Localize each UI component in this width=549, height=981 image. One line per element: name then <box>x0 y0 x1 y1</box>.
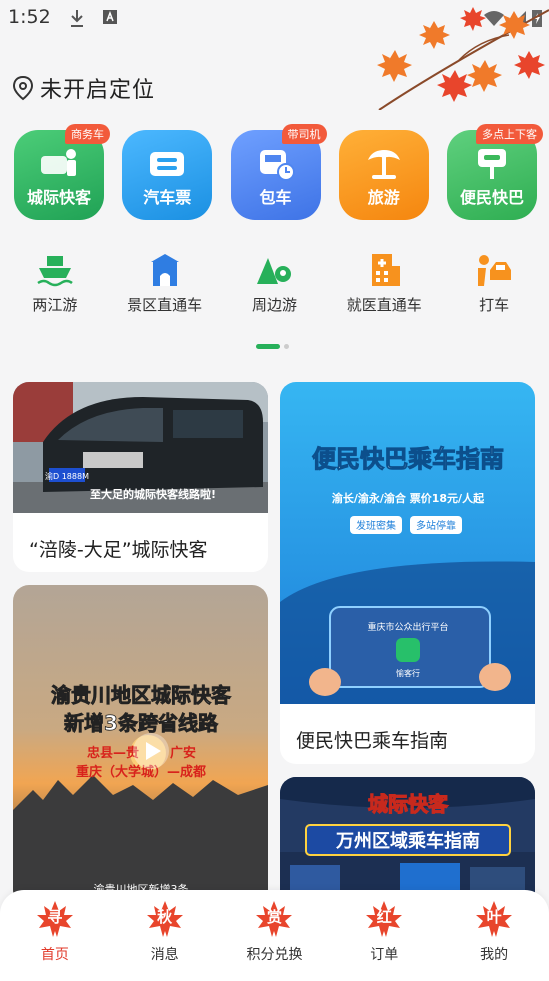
service-two-rivers-tour[interactable]: 两江游 <box>3 252 107 315</box>
card-title: 便民快巴乘车指南 <box>296 730 449 752</box>
app-name-text: 愉客行 <box>396 668 420 678</box>
nav-orders[interactable]: 红 订单 <box>334 900 434 981</box>
bottom-nav: 寻 首页 秋 消息 赏 积分兑换 红 订单 叶 我的 <box>0 890 549 981</box>
service-label: 周边游 <box>251 296 297 314</box>
service-convenience-bus[interactable]: 多点上下客 便民快巴 <box>447 124 543 220</box>
feed-card-wanzhou-guide[interactable]: 城际快客 万州区域乘车指南 <box>280 777 535 907</box>
image-caption: 至大足的城际快客线路啦! <box>90 487 216 501</box>
location-selector[interactable]: 未开启定位 <box>12 72 155 104</box>
feed-card-cross-province[interactable]: 渝贵川地区城际快客 新增3条跨省线路 忠县—贵 广安 重庆（大学城）—成都 渝贵… <box>13 585 268 905</box>
nav-leaf-char: 叶 <box>486 908 502 926</box>
feed-card-fuling-dazu[interactable]: 渝D 1888M 至大足的城际快客线路啦! “涪陵-大足”城际快客 <box>13 382 268 572</box>
service-label: 两江游 <box>32 296 78 314</box>
nav-leaf-char: 赏 <box>266 908 282 926</box>
service-badge: 多点上下客 <box>476 124 543 144</box>
nav-home[interactable]: 寻 首页 <box>5 900 105 981</box>
mountain-pin-icon <box>257 258 292 284</box>
nav-profile[interactable]: 叶 我的 <box>444 900 544 981</box>
image-heading-1: 渝贵川地区城际快客 <box>51 683 232 707</box>
ticket-icon <box>150 152 185 176</box>
bus-stop-icon <box>478 149 506 179</box>
pager-dot-active <box>256 344 280 349</box>
image-heading-1: 城际快客 <box>368 792 449 816</box>
nav-leaf-char: 寻 <box>47 908 63 926</box>
nav-label: 积分兑换 <box>246 947 303 963</box>
boat-icon <box>37 256 73 287</box>
hospital-icon <box>372 254 401 286</box>
service-charter[interactable]: 带司机 包车 <box>230 124 327 220</box>
service-badge: 商务车 <box>65 124 110 144</box>
plate-number: 渝D 1888M <box>45 471 89 481</box>
service-taxi[interactable]: 打车 <box>442 252 546 315</box>
main-services: 商务车 城际快客 汽车票 带司机 包车 旅游 多点上下客 便民快巴 <box>14 124 543 220</box>
service-bus-ticket[interactable]: 汽车票 <box>122 130 213 220</box>
gate-icon <box>150 254 179 286</box>
service-label: 城际快客 <box>26 188 91 207</box>
services-pager <box>256 344 289 349</box>
feed-card-convenience-guide[interactable]: 便民快巴乘车指南 渝长/渝永/渝合 票价18元/人起 发班密集 多站停靠 重庆市… <box>280 382 535 764</box>
service-label: 便民快巴 <box>459 188 524 207</box>
service-label: 景区直通车 <box>127 296 203 314</box>
card-image-van: 渝D 1888M 至大足的城际快客线路啦! <box>13 382 268 513</box>
service-label: 旅游 <box>367 188 400 207</box>
status-time: 1:52 <box>8 6 51 28</box>
intercity-person-icon <box>41 149 76 176</box>
service-label: 就医直通车 <box>346 296 422 314</box>
nav-messages[interactable]: 秋 消息 <box>115 900 215 981</box>
nav-points-exchange[interactable]: 赏 积分兑换 <box>224 900 324 981</box>
card-image-guide: 便民快巴乘车指南 渝长/渝永/渝合 票价18元/人起 发班密集 多站停靠 重庆市… <box>280 382 535 704</box>
image-heading-2: 万州区域乘车指南 <box>335 830 480 852</box>
maple-leaf-icon: 红 <box>364 900 404 940</box>
service-scenic-shuttle[interactable]: 景区直通车 <box>113 252 217 315</box>
maple-leaf-icon: 秋 <box>145 900 185 940</box>
pager-dot <box>284 344 289 349</box>
image-heading: 便民快巴乘车指南 <box>312 445 504 473</box>
play-icon[interactable] <box>131 731 171 771</box>
nav-leaf-char: 红 <box>376 908 392 926</box>
card-title: “涪陵-大足”城际快客 <box>29 539 208 561</box>
nav-label: 首页 <box>40 947 69 963</box>
card-image-station: 城际快客 万州区域乘车指南 <box>280 777 535 907</box>
nav-leaf-char: 秋 <box>157 908 173 926</box>
maple-branch-decoration <box>377 7 549 110</box>
download-icon <box>71 10 83 27</box>
service-badge: 带司机 <box>281 124 327 144</box>
service-intercity-express[interactable]: 商务车 城际快客 <box>14 124 110 220</box>
secondary-services: 两江游 景区直通车 周边游 就医直通车 打车 <box>0 252 549 315</box>
nav-label: 消息 <box>150 947 179 963</box>
location-text: 未开启定位 <box>40 78 156 103</box>
charter-bus-clock-icon <box>259 150 295 181</box>
service-medical-shuttle[interactable]: 就医直通车 <box>332 252 436 315</box>
nav-label: 订单 <box>370 947 399 963</box>
screen-text: 重庆市公众出行平台 <box>367 621 448 633</box>
image-tag-1: 发班密集 <box>356 519 396 532</box>
service-label: 打车 <box>479 296 510 314</box>
image-tag-2: 多站停靠 <box>416 519 456 532</box>
maple-leaf-icon: 寻 <box>35 900 75 940</box>
image-subtitle: 渝长/渝永/渝合 票价18元/人起 <box>332 491 485 505</box>
a-notification-icon <box>103 10 117 24</box>
palm-tree-icon <box>367 150 400 179</box>
location-pin-icon <box>12 75 34 101</box>
route-1b: 广安 <box>170 745 196 761</box>
service-travel[interactable]: 旅游 <box>338 130 429 220</box>
maple-leaf-icon: 叶 <box>474 900 514 940</box>
maple-leaf-icon: 赏 <box>254 900 294 940</box>
service-label: 汽车票 <box>143 188 192 207</box>
nav-label: 我的 <box>480 947 509 963</box>
service-label: 包车 <box>259 188 292 207</box>
service-nearby-tour[interactable]: 周边游 <box>222 252 326 315</box>
taxi-icon <box>478 255 512 286</box>
